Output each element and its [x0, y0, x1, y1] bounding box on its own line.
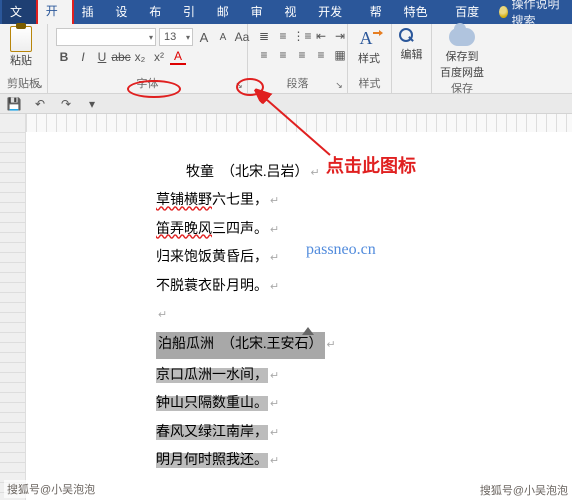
poem2-line4: 明月何时照我还。↵: [156, 450, 572, 472]
poem1-line4: 不脱蓑衣卧月明。↵: [156, 276, 572, 298]
annotation-arrow: [0, 0, 572, 200]
poem2-line3: 春风又绿江南岸，↵: [156, 422, 572, 444]
selection-handle-top[interactable]: [302, 327, 314, 335]
watermark: passneo.cn: [306, 237, 376, 263]
poem2-title: 泊船瓜洲 （北宋.王安石）↵: [156, 332, 572, 358]
footer-credit-left: 搜狐号@小吴泡泡: [4, 480, 98, 498]
footer-credit-right: 搜狐号@小吴泡泡: [480, 482, 568, 498]
blank-para: ↵: [156, 304, 572, 326]
poem2-line1: 京口瓜洲一水间，↵: [156, 365, 572, 387]
poem2-line2: 钟山只隔数重山。↵: [156, 393, 572, 415]
